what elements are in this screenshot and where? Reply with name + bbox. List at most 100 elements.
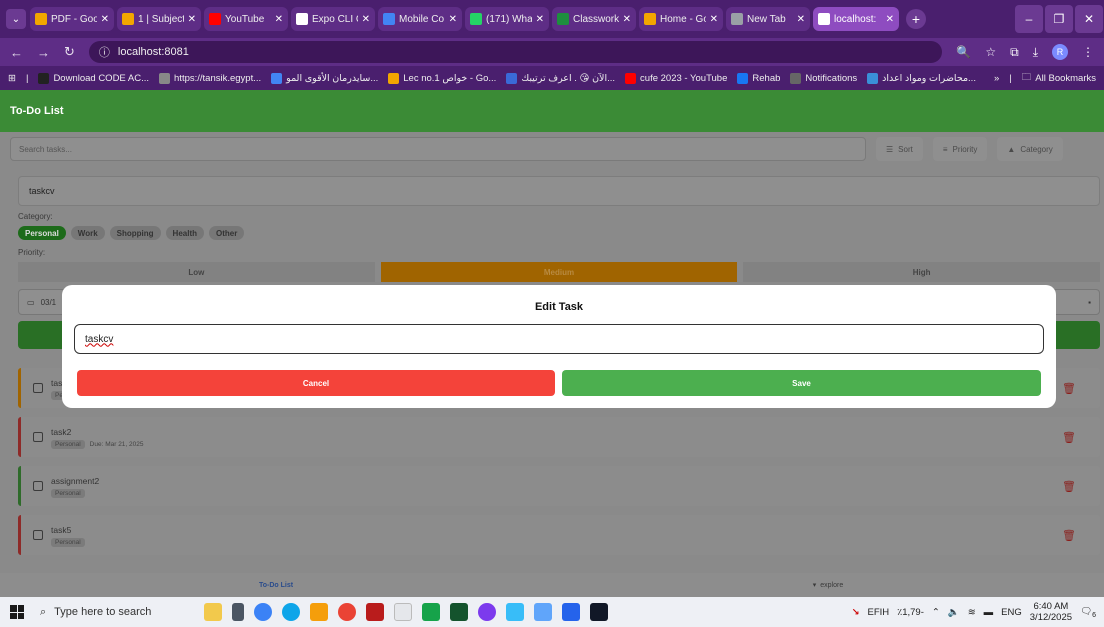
browser-tab[interactable]: Expo CLI C ✕: [291, 7, 375, 31]
browser-tab[interactable]: YouTube ✕: [204, 7, 288, 31]
tab-close-icon[interactable]: ✕: [449, 14, 457, 25]
priority-option[interactable]: High: [743, 262, 1101, 282]
priority-filter-button[interactable]: ≡ Priority: [932, 137, 988, 161]
tab-close-icon[interactable]: ✕: [623, 14, 631, 25]
app-icon-dark[interactable]: [590, 603, 608, 621]
category-chip[interactable]: Work: [70, 226, 105, 240]
browser-tab[interactable]: Home - Go ✕: [639, 7, 723, 31]
search-input[interactable]: Search tasks...: [10, 137, 866, 161]
category-chip[interactable]: Health: [165, 226, 204, 240]
browser-tab[interactable]: Classwork ✕: [552, 7, 636, 31]
bookmark-item[interactable]: Lec no.1 خواص - Go...: [388, 72, 496, 84]
tab-close-icon[interactable]: ✕: [101, 14, 109, 25]
tab-close-icon[interactable]: ✕: [710, 14, 718, 25]
edge-icon[interactable]: [282, 603, 300, 621]
bookmark-item[interactable]: https://tansik.egypt...: [159, 72, 261, 84]
tab-close-icon[interactable]: ✕: [797, 14, 805, 25]
cancel-button[interactable]: Cancel: [77, 370, 555, 396]
chrome-icon[interactable]: [338, 603, 356, 621]
tab-search-icon[interactable]: ⌄: [6, 9, 26, 29]
taskbar-search[interactable]: ⌕ Type here to search: [34, 606, 194, 619]
task-checkbox[interactable]: [33, 383, 43, 393]
task-checkbox[interactable]: [33, 432, 43, 442]
site-info-icon[interactable]: ⓘ: [99, 44, 110, 60]
bookmark-item[interactable]: محاضرات ومواد اعداد...: [867, 72, 976, 84]
priority-option[interactable]: Medium: [380, 262, 738, 282]
zoom-icon[interactable]: 🔍: [956, 45, 971, 59]
terminal-icon[interactable]: [450, 603, 468, 621]
clock[interactable]: 6:40 AM 3/12/2025: [1030, 601, 1072, 623]
save-button[interactable]: Save: [562, 370, 1041, 396]
forward-icon[interactable]: →: [37, 45, 50, 60]
tab-close-icon[interactable]: ✕: [886, 14, 894, 25]
browser-tab[interactable]: New Tab ✕: [726, 7, 810, 31]
back-icon[interactable]: ←: [10, 45, 23, 60]
vpn-icon[interactable]: [534, 603, 552, 621]
bookmark-item[interactable]: سايدرمان الأقوى المو...: [271, 72, 378, 84]
nav-tab-explore[interactable]: ▾ explore: [552, 581, 1104, 590]
task-view-icon[interactable]: [232, 603, 244, 621]
github-icon[interactable]: [478, 603, 496, 621]
new-task-input[interactable]: taskcv: [18, 176, 1100, 206]
widgets-icon[interactable]: [204, 603, 222, 621]
copilot-icon[interactable]: [254, 603, 272, 621]
battery-icon[interactable]: ▬: [984, 607, 994, 618]
star-icon[interactable]: ☆: [985, 45, 996, 59]
notifications-icon[interactable]: 🗨6: [1080, 606, 1096, 619]
volume-icon[interactable]: 🔈: [948, 607, 960, 618]
language-indicator[interactable]: ENG: [1001, 607, 1022, 618]
date-picker-icon[interactable]: ▪: [1088, 298, 1091, 307]
task-name: assignment2: [51, 476, 100, 486]
extensions-icon[interactable]: ⧉: [1010, 45, 1019, 60]
download-icon[interactable]: ⤓: [1033, 45, 1038, 60]
tab-close-icon[interactable]: ✕: [188, 14, 196, 25]
apps-icon[interactable]: ⊞: [8, 73, 16, 84]
notepad-icon[interactable]: [394, 603, 412, 621]
task-checkbox[interactable]: [33, 530, 43, 540]
maximize-icon[interactable]: ❐: [1045, 5, 1073, 33]
category-filter-button[interactable]: ▲ Category: [997, 137, 1063, 161]
all-bookmarks-button[interactable]: 🗀 All Bookmarks: [1022, 70, 1096, 86]
tab-close-icon[interactable]: ✕: [275, 14, 283, 25]
new-tab-button[interactable]: +: [906, 9, 926, 29]
close-window-icon[interactable]: ✕: [1075, 5, 1103, 33]
photos-icon[interactable]: [506, 603, 524, 621]
sort-button[interactable]: ☰ Sort: [876, 137, 923, 161]
app-icon-red[interactable]: [366, 603, 384, 621]
url-field[interactable]: ⓘ localhost:8081: [88, 41, 943, 63]
tray-chevron-icon[interactable]: ⌃: [932, 607, 940, 618]
nav-tab-todo[interactable]: To-Do List: [0, 582, 552, 589]
category-chip[interactable]: Shopping: [109, 226, 161, 240]
tab-close-icon[interactable]: ✕: [536, 14, 544, 25]
category-chip[interactable]: Personal: [18, 226, 66, 240]
browser-tab[interactable]: PDF - Goo ✕: [30, 7, 114, 31]
tab-close-icon[interactable]: ✕: [362, 14, 370, 25]
browser-tab[interactable]: Mobile Co ✕: [378, 7, 462, 31]
windows-start-icon[interactable]: [10, 605, 24, 619]
wifi-icon[interactable]: ≋: [968, 607, 976, 618]
task-checkbox[interactable]: [33, 481, 43, 491]
delete-task-icon[interactable]: 🗑: [1062, 480, 1076, 493]
browser-tab[interactable]: 1 | Subject ✕: [117, 7, 201, 31]
profile-avatar[interactable]: R: [1052, 44, 1068, 60]
priority-option[interactable]: Low: [18, 262, 375, 282]
file-explorer-icon[interactable]: [310, 603, 328, 621]
xbox-icon[interactable]: [422, 603, 440, 621]
reload-icon[interactable]: ↻: [64, 44, 75, 60]
bookmark-item[interactable]: Rehab: [737, 72, 780, 84]
delete-task-icon[interactable]: 🗑: [1062, 382, 1076, 395]
word-icon[interactable]: [562, 603, 580, 621]
delete-task-icon[interactable]: 🗑: [1062, 431, 1076, 444]
delete-task-icon[interactable]: 🗑: [1062, 529, 1076, 542]
bookmark-item[interactable]: الآن 😘 . اعرف ترتيبك...: [506, 72, 615, 84]
bookmark-item[interactable]: Notifications: [790, 72, 857, 84]
browser-tab[interactable]: (171) Wha ✕: [465, 7, 549, 31]
bookmark-item[interactable]: Download CODE AC...: [38, 72, 149, 84]
bookmark-item[interactable]: cufe 2023 - YouTube: [625, 72, 727, 84]
bookmarks-overflow-button[interactable]: »: [994, 73, 999, 84]
browser-tab[interactable]: localhost: ✕: [813, 7, 899, 31]
category-chip[interactable]: Other: [209, 226, 245, 240]
edit-task-input[interactable]: taskcv: [74, 324, 1044, 354]
minimize-icon[interactable]: –: [1015, 5, 1043, 33]
menu-icon[interactable]: ⋮: [1082, 45, 1094, 59]
